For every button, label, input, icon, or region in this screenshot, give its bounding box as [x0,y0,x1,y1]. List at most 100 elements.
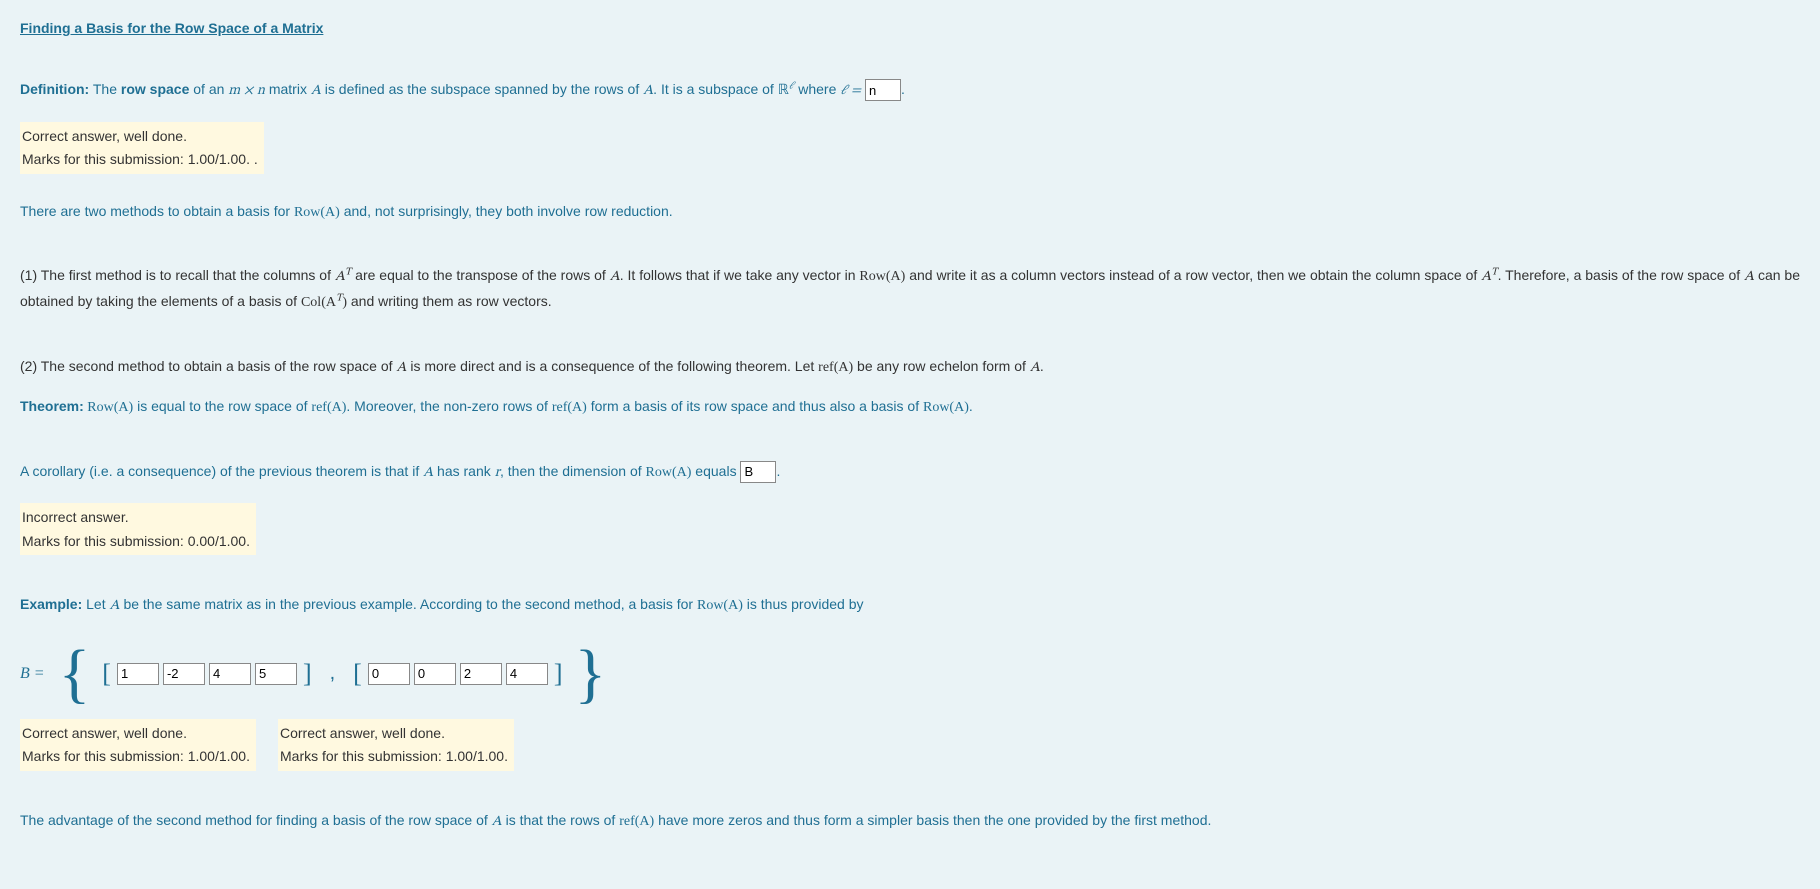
text: is that the rows of [502,812,620,828]
text: The [89,81,121,97]
text: equals [691,463,740,479]
feedback-marks: Marks for this submission: 1.00/1.00. [280,745,508,767]
vec1-entry-3[interactable] [255,663,297,685]
text: . [901,81,905,97]
text: of an [189,81,228,97]
math-A: A [1030,361,1040,375]
text: (2) The second method to obtain a basis … [20,358,396,374]
feedback-marks: Marks for this submission: 0.00/1.00. [22,530,250,552]
text: and, not surprisingly, they both involve… [340,203,673,219]
text: . Therefore, a basis of the row space of [1498,267,1744,283]
math-rowA: Row(A) [294,205,340,220]
feedback-marks: Marks for this submission: 1.00/1.00. [22,745,250,767]
math-A: A [643,84,653,98]
example-label: Example: [20,596,82,612]
text: are equal to the transpose of the rows o… [351,267,609,283]
text: is thus provided by [743,596,864,612]
math-rowA: Row(A) [923,400,969,415]
feedback-incorrect: Incorrect answer. Marks for this submiss… [20,503,256,555]
dimension-input[interactable] [740,461,776,483]
text: . It follows that if we take any vector … [620,267,860,283]
left-bracket-icon: [ [351,659,364,689]
left-brace-icon: { [59,641,91,707]
feedback-line: Correct answer, well done. [22,722,250,744]
feedback-line: Incorrect answer. [22,506,250,528]
text: . It is a subspace of [653,81,778,97]
text: . [776,463,780,479]
text: and write it as a column vectors instead… [905,267,1481,283]
method-2-paragraph: (2) The second method to obtain a basis … [20,355,1800,381]
vec1-entry-1[interactable] [163,663,205,685]
text: form a basis of its row space and thus a… [587,398,923,414]
feedback-line: Correct answer, well done. [22,125,258,147]
feedback-marks: Marks for this submission: 1.00/1.00. . [22,148,258,170]
math-A: A [311,84,321,98]
vec2-entry-0[interactable] [368,663,410,685]
text: has rank [433,463,494,479]
ell-input[interactable] [865,79,901,101]
right-bracket-icon: ] [301,659,314,689]
vec2-entry-3[interactable] [506,663,548,685]
theorem-paragraph: Theorem: Row(A) is equal to the row spac… [20,395,1800,420]
row-vector-2: [ ] [351,659,564,689]
text: is defined as the subspace spanned by th… [321,81,643,97]
text: . [1040,358,1044,374]
text: . [969,398,973,414]
methods-intro: There are two methods to obtain a basis … [20,200,1800,225]
math-refA: ref(A) [552,400,587,415]
text: is more direct and is a consequence of t… [406,358,818,374]
math-A: A [110,599,120,613]
example-paragraph: Example: Let A be the same matrix as in … [20,593,1800,619]
math-A: A [492,815,502,829]
math-A: A [423,466,433,480]
math-A: A [610,270,620,284]
math-R: ℝ [778,83,789,98]
math-rowA: Row(A) [84,400,133,415]
basis-B-equals: B = [20,665,49,683]
text: be the same matrix as in the previous ex… [120,596,697,612]
left-bracket-icon: [ [100,659,113,689]
math-AT: A [335,270,345,284]
vec1-entry-0[interactable] [117,663,159,685]
math-refA: ref(A) [311,400,346,415]
text: where [794,81,840,97]
vec1-entry-2[interactable] [209,663,251,685]
definition-label: Definition: [20,81,89,97]
corollary-paragraph: A corollary (i.e. a consequence) of the … [20,460,1800,486]
text: have more zeros and thus form a simpler … [654,812,1211,828]
advantage-paragraph: The advantage of the second method for f… [20,809,1800,835]
math-rowA: Row(A) [646,465,692,480]
term-row-space: row space [121,81,189,97]
feedback-correct-vec1: Correct answer, well done. Marks for thi… [20,719,256,771]
definition-paragraph: Definition: The row space of an m × n ma… [20,78,1800,104]
text: be any row echelon form of [853,358,1030,374]
math-A: A [396,361,406,375]
math-colAT: Col(A [301,295,336,310]
feedback-line: Correct answer, well done. [280,722,508,744]
math-rowA: Row(A) [859,269,905,284]
math-refA: ref(A) [818,360,853,375]
text: . Moreover, the non-zero rows of [346,398,551,414]
right-brace-icon: } [575,641,607,707]
math-refA: ref(A) [619,814,654,829]
comma-separator: , [324,662,342,685]
text: There are two methods to obtain a basis … [20,203,294,219]
text: , then the dimension of [500,463,646,479]
right-bracket-icon: ] [552,659,565,689]
math-ell-eq: ℓ = [840,84,861,98]
text: Let [82,596,109,612]
feedback-correct-1: Correct answer, well done. Marks for thi… [20,122,264,174]
row-vector-1: [ ] [100,659,313,689]
basis-set: B = { [ ] , [ ] } [20,641,1800,707]
vec2-entry-1[interactable] [414,663,456,685]
text: and writing them as row vectors. [347,293,552,309]
text: matrix [265,81,311,97]
feedback-correct-vec2: Correct answer, well done. Marks for thi… [278,719,514,771]
math-A: A [1744,270,1754,284]
page-title-link[interactable]: Finding a Basis for the Row Space of a M… [20,20,323,36]
theorem-label: Theorem: [20,398,84,414]
text: (1) The first method is to recall that t… [20,267,335,283]
vec2-entry-2[interactable] [460,663,502,685]
math-mxn: m × n [228,84,265,98]
text: A corollary (i.e. a consequence) of the … [20,463,423,479]
